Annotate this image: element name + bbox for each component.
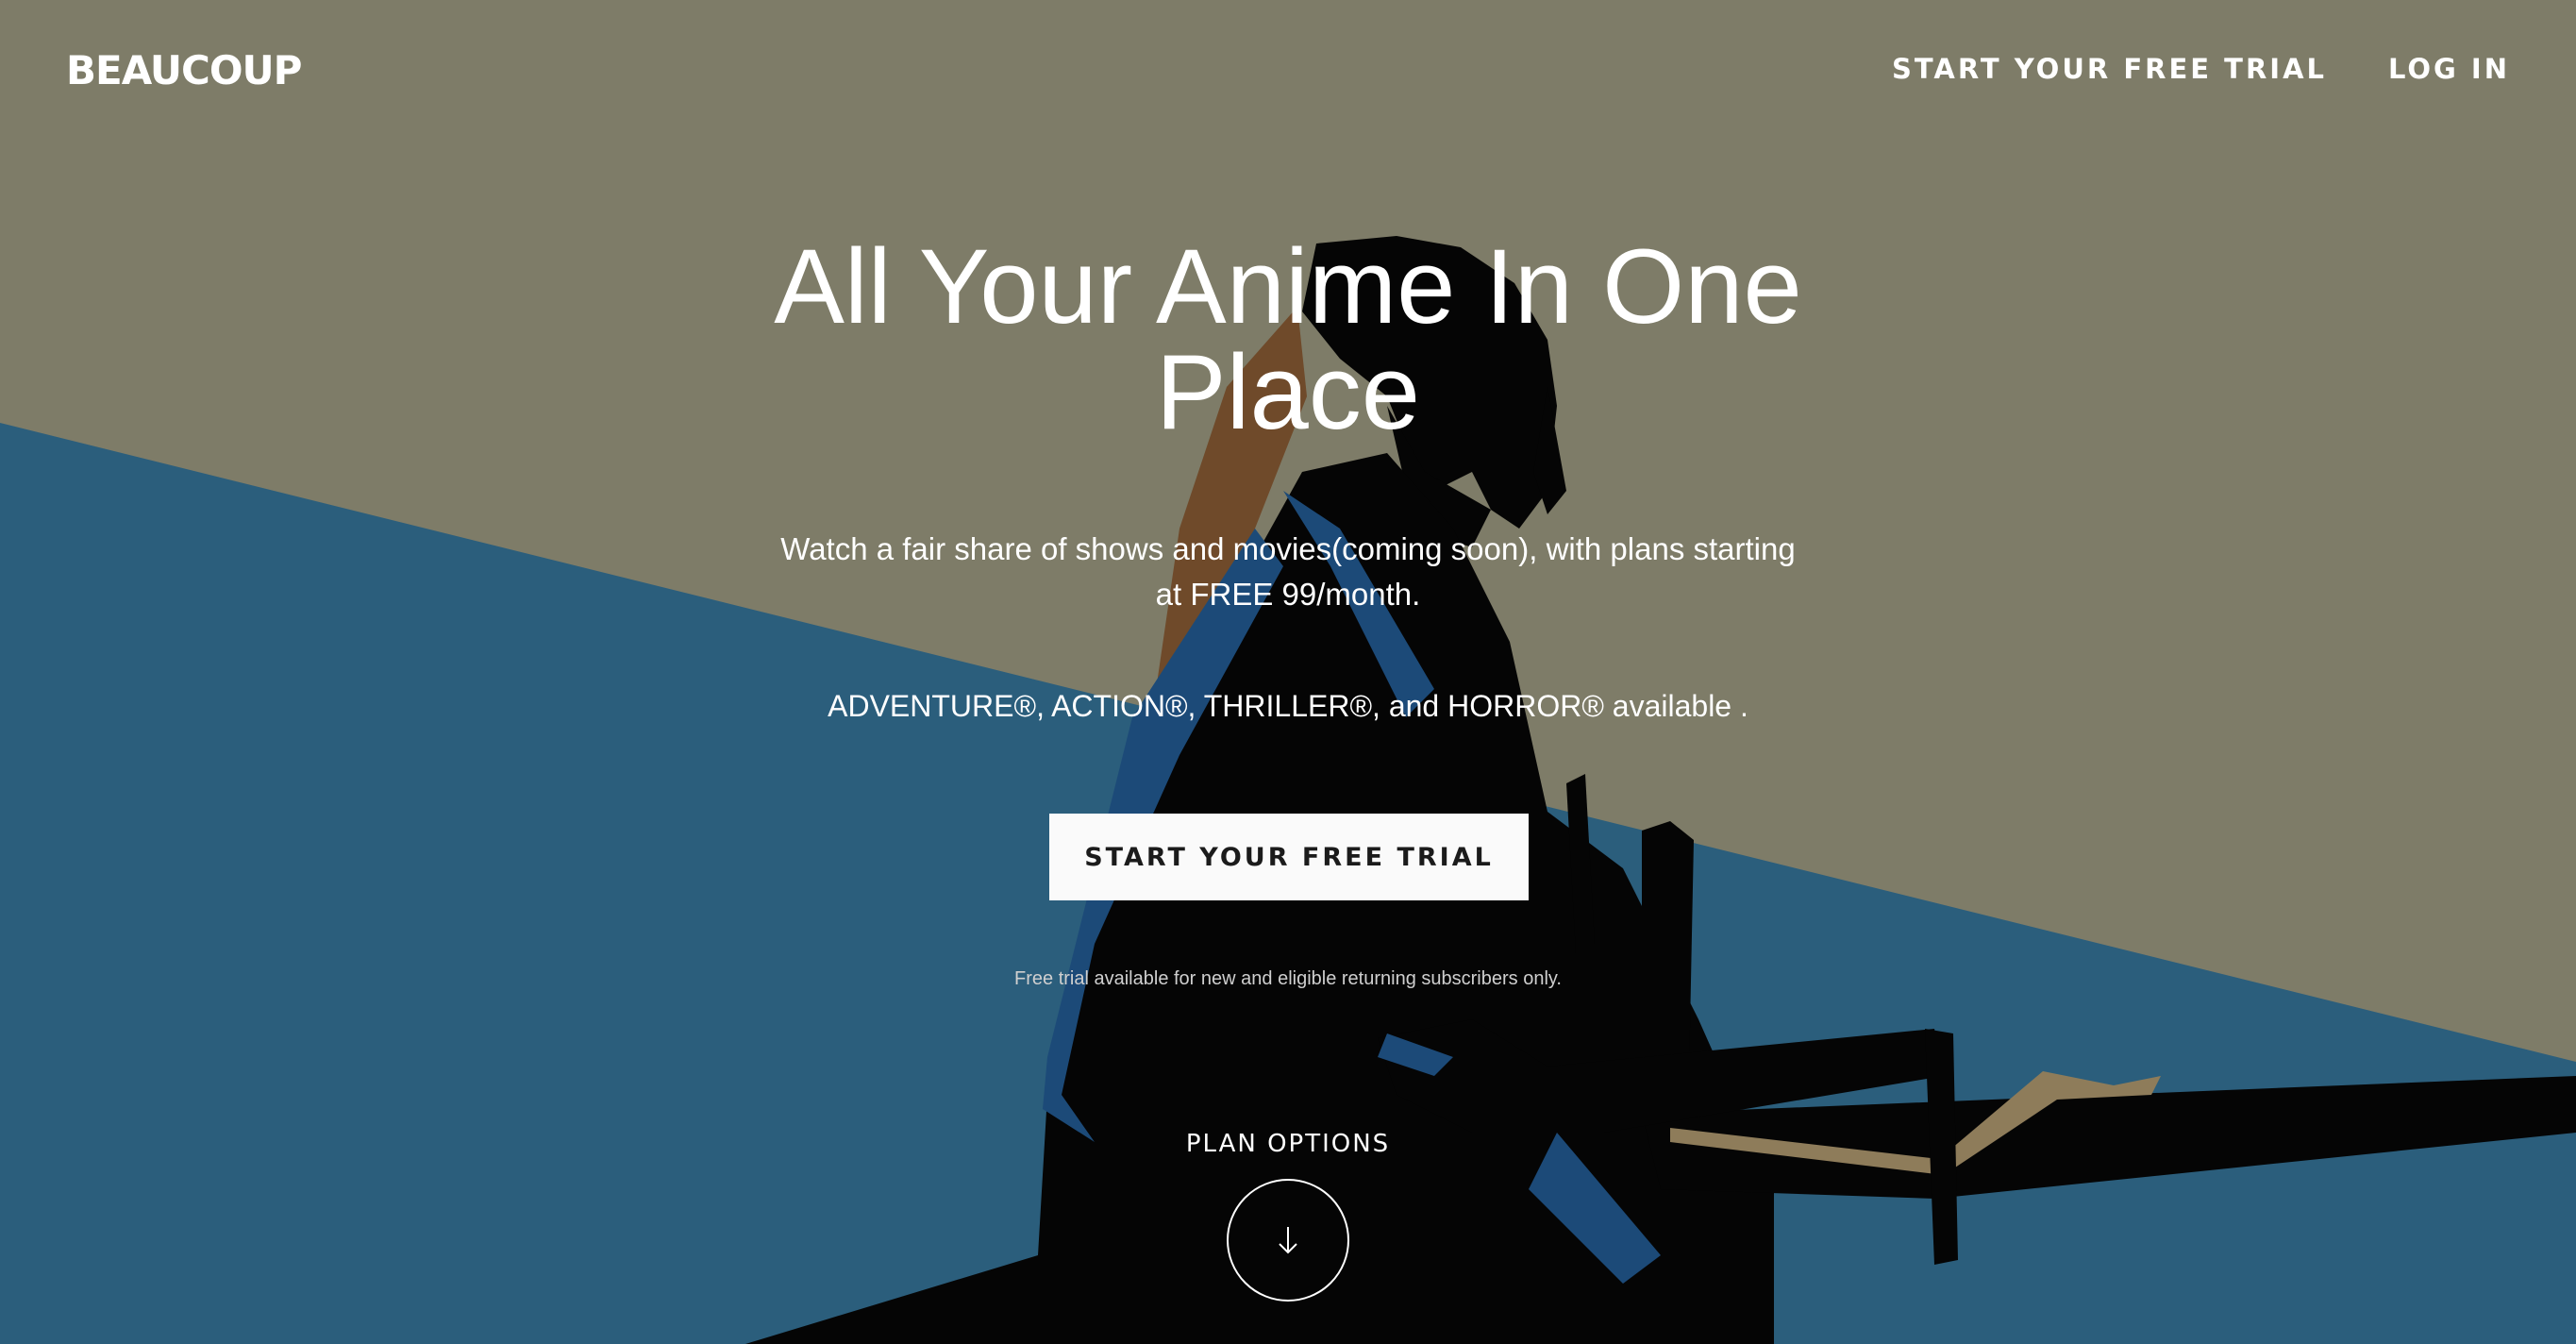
plan-options-label: PLAN OPTIONS bbox=[1185, 1130, 1391, 1158]
hero-genres: ADVENTURE®, ACTION®, THRILLER®, and HORR… bbox=[828, 689, 1748, 723]
hero-section: All Your Anime In One Place Watch a fair… bbox=[0, 0, 2576, 1344]
start-free-trial-button[interactable]: START YOUR FREE TRIAL bbox=[1049, 814, 1529, 900]
hero-subtext: Watch a fair share of shows and movies(c… bbox=[780, 531, 1796, 612]
landing-page: BEAUCOUP START YOUR FREE TRIAL LOG IN Al… bbox=[0, 0, 2576, 1344]
scroll-down-button[interactable] bbox=[1227, 1179, 1349, 1302]
trial-disclaimer: Free trial available for new and eligibl… bbox=[1014, 968, 1562, 989]
arrow-down-icon bbox=[1279, 1227, 1297, 1254]
hero-headline: All Your Anime In One Place bbox=[774, 227, 1802, 451]
